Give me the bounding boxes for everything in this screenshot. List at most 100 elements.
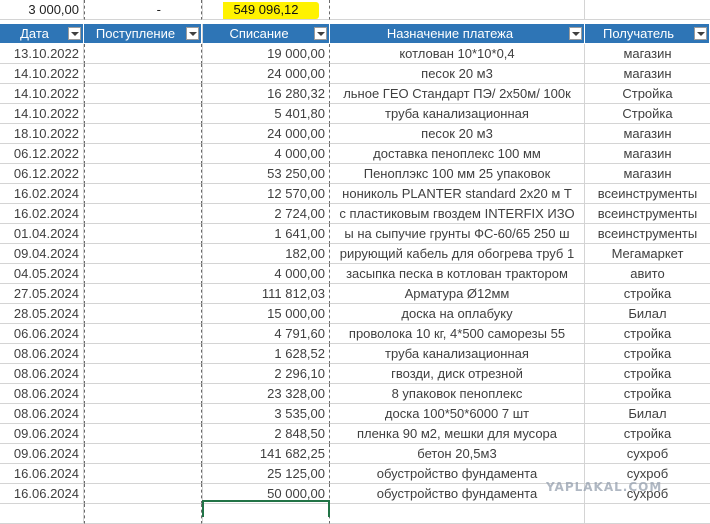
filter-dropdown-icon[interactable] (569, 27, 582, 40)
purpose-cell[interactable]: бетон 20,5м3 (330, 444, 585, 464)
filter-dropdown-icon[interactable] (694, 27, 707, 40)
recipient-cell[interactable]: магазин (585, 144, 710, 164)
empty-cell[interactable] (330, 504, 585, 524)
date-cell[interactable]: 09.06.2024 (0, 444, 84, 464)
purpose-cell[interactable]: нониколь PLANTER standard 2х20 м Т (330, 184, 585, 204)
header-income[interactable]: Поступление (84, 24, 202, 44)
empty-cell[interactable] (84, 504, 202, 524)
purpose-cell[interactable]: труба канализационная (330, 104, 585, 124)
date-cell[interactable]: 06.06.2024 (0, 324, 84, 344)
expense-cell[interactable]: 24 000,00 (202, 64, 330, 84)
date-cell[interactable]: 08.06.2024 (0, 384, 84, 404)
expense-cell[interactable]: 15 000,00 (202, 304, 330, 324)
date-cell[interactable]: 09.06.2024 (0, 424, 84, 444)
expense-cell[interactable]: 4 000,00 (202, 144, 330, 164)
date-cell[interactable]: 06.12.2022 (0, 144, 84, 164)
purpose-cell[interactable]: доставка пеноплекс 100 мм (330, 144, 585, 164)
expense-cell[interactable]: 3 535,00 (202, 404, 330, 424)
income-total-cell[interactable]: 3 000,00 (0, 0, 84, 20)
header-purpose[interactable]: Назначение платежа (330, 24, 585, 44)
income-cell[interactable] (84, 84, 202, 104)
recipient-cell[interactable]: магазин (585, 44, 710, 64)
expense-cell[interactable]: 23 328,00 (202, 384, 330, 404)
date-cell[interactable]: 16.06.2024 (0, 484, 84, 504)
expense-cell[interactable]: 16 280,32 (202, 84, 330, 104)
purpose-cell[interactable]: песок 20 м3 (330, 64, 585, 84)
income-cell[interactable] (84, 224, 202, 244)
date-cell[interactable]: 14.10.2022 (0, 84, 84, 104)
date-cell[interactable]: 09.04.2024 (0, 244, 84, 264)
filter-dropdown-icon[interactable] (314, 27, 327, 40)
purpose-cell[interactable]: доска на оплабуку (330, 304, 585, 324)
recipient-cell[interactable]: авито (585, 264, 710, 284)
empty-cell[interactable] (585, 504, 710, 524)
recipient-cell[interactable]: всеинструменты (585, 204, 710, 224)
date-cell[interactable]: 18.10.2022 (0, 124, 84, 144)
recipient-cell[interactable]: всеинструменты (585, 184, 710, 204)
expense-cell[interactable]: 111 812,03 (202, 284, 330, 304)
purpose-cell[interactable]: доска 100*50*6000 7 шт (330, 404, 585, 424)
recipient-cell[interactable]: всеинструменты (585, 224, 710, 244)
date-cell[interactable]: 16.02.2024 (0, 184, 84, 204)
recipient-cell[interactable]: стройка (585, 364, 710, 384)
expense-cell[interactable]: 141 682,25 (202, 444, 330, 464)
income-cell[interactable] (84, 304, 202, 324)
date-cell[interactable]: 16.06.2024 (0, 464, 84, 484)
purpose-cell[interactable]: труба канализационная (330, 344, 585, 364)
purpose-cell[interactable]: котлован 10*10*0,4 (330, 44, 585, 64)
income-cell[interactable] (84, 264, 202, 284)
income-cell[interactable] (84, 424, 202, 444)
income-cell[interactable] (84, 144, 202, 164)
income-cell[interactable] (84, 404, 202, 424)
expense-cell[interactable]: 2 724,00 (202, 204, 330, 224)
income-cell[interactable] (84, 44, 202, 64)
purpose-cell[interactable]: с пластиковым гвоздем INTERFIX ИЗО (330, 204, 585, 224)
purpose-cell[interactable]: песок 20 м3 (330, 124, 585, 144)
income-cell[interactable] (84, 244, 202, 264)
filter-dropdown-icon[interactable] (68, 27, 81, 40)
date-cell[interactable]: 14.10.2022 (0, 104, 84, 124)
expense-cell[interactable]: 2 848,50 (202, 424, 330, 444)
expense-cell[interactable]: 1 641,00 (202, 224, 330, 244)
income-cell[interactable] (84, 284, 202, 304)
income-cell[interactable] (84, 384, 202, 404)
income-cell[interactable] (84, 124, 202, 144)
header-recipient[interactable]: Получатель (585, 24, 710, 44)
expense-cell[interactable]: 5 401,80 (202, 104, 330, 124)
recipient-cell[interactable]: стройка (585, 384, 710, 404)
expense-cell[interactable]: 12 570,00 (202, 184, 330, 204)
expense-cell[interactable]: 4 791,60 (202, 324, 330, 344)
purpose-cell[interactable]: рирующий кабель для обогрева труб 1 (330, 244, 585, 264)
recipient-cell[interactable]: Билал (585, 304, 710, 324)
date-cell[interactable]: 08.06.2024 (0, 364, 84, 384)
recipient-cell[interactable]: сухроб (585, 444, 710, 464)
income-cell[interactable] (84, 104, 202, 124)
header-expense[interactable]: Списание (202, 24, 330, 44)
date-cell[interactable]: 14.10.2022 (0, 64, 84, 84)
filter-dropdown-icon[interactable] (186, 27, 199, 40)
income-cell[interactable] (84, 204, 202, 224)
recipient-cell[interactable]: стройка (585, 284, 710, 304)
income-cell[interactable] (84, 484, 202, 504)
expense-cell[interactable]: 53 250,00 (202, 164, 330, 184)
selected-cell-cursor[interactable] (202, 500, 330, 517)
purpose-cell[interactable]: проволока 10 кг, 4*500 саморезы 55 (330, 324, 585, 344)
income-cell[interactable] (84, 184, 202, 204)
purpose-cell[interactable]: гвозди, диск отрезной (330, 364, 585, 384)
income-cell[interactable] (84, 164, 202, 184)
purpose-cell[interactable]: пленка 90 м2, мешки для мусора (330, 424, 585, 444)
expense-cell[interactable]: 24 000,00 (202, 124, 330, 144)
expense-cell[interactable]: 4 000,00 (202, 264, 330, 284)
purpose-cell[interactable]: Пеноплэкс 100 мм 25 упаковок (330, 164, 585, 184)
expense-cell[interactable]: 182,00 (202, 244, 330, 264)
empty-cell[interactable] (330, 0, 585, 20)
date-cell[interactable]: 01.04.2024 (0, 224, 84, 244)
income-cell[interactable] (84, 324, 202, 344)
empty-cell[interactable] (585, 0, 710, 20)
date-cell[interactable]: 06.12.2022 (0, 164, 84, 184)
header-date[interactable]: Дата (0, 24, 84, 44)
recipient-cell[interactable]: стройка (585, 424, 710, 444)
purpose-cell[interactable]: льное ГЕО Стандарт ПЭ/ 2х50м/ 100к (330, 84, 585, 104)
summary-dash-cell[interactable]: - (84, 0, 202, 20)
recipient-cell[interactable]: Мегамаркет (585, 244, 710, 264)
